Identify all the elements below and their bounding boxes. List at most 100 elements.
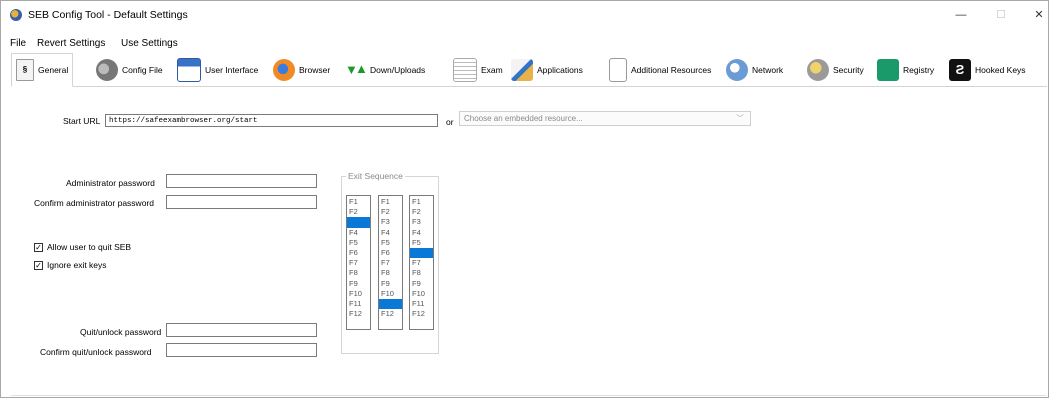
exit-key-option[interactable]: F11 xyxy=(379,298,402,310)
embedded-resource-select[interactable]: Choose an embedded resource... ﹀ xyxy=(459,111,751,126)
exit-key-option[interactable]: F6 xyxy=(379,248,402,258)
exit-key-option[interactable]: F7 xyxy=(379,258,402,268)
checkbox-allow-quit[interactable]: ✓ xyxy=(34,242,43,252)
ignore-exit-keys-checkbox[interactable]: ✓ Ignore exit keys xyxy=(34,260,107,270)
confirm-quit-password-label: Confirm quit/unlock password xyxy=(40,347,152,357)
tab-browser-label: Browser xyxy=(299,65,331,75)
exit-key-option[interactable]: F6 xyxy=(410,247,433,259)
tab-general[interactable]: § General xyxy=(11,53,74,87)
exit-sequence-list-2[interactable]: F1 F2 F3 F4 F5 F6 F7 F8 F9 F10 F11 F12 xyxy=(378,195,403,330)
exam-icon xyxy=(453,58,477,82)
tab-exam-label: Exam xyxy=(481,65,503,75)
tab-browser[interactable]: Browser xyxy=(273,55,330,85)
exit-key-option[interactable]: F10 xyxy=(347,289,370,299)
menu-use-settings[interactable]: Use Settings xyxy=(121,38,178,49)
exit-key-option[interactable]: F9 xyxy=(347,279,370,289)
window-title: SEB Config Tool - Default Settings xyxy=(28,9,188,21)
ignore-exit-keys-label: Ignore exit keys xyxy=(47,260,107,270)
exit-key-option[interactable]: F5 xyxy=(347,238,370,248)
exit-key-option[interactable]: F11 xyxy=(347,299,370,309)
exit-key-option[interactable]: F10 xyxy=(379,289,402,299)
tab-registry-label: Registry xyxy=(903,65,935,75)
exit-key-option[interactable]: F8 xyxy=(347,268,370,278)
allow-quit-label: Allow user to quit SEB xyxy=(47,242,132,252)
exit-key-option[interactable]: F7 xyxy=(347,258,370,268)
tab-applications-label: Applications xyxy=(537,65,583,75)
exit-key-option[interactable]: F3 xyxy=(347,217,370,228)
tab-config-file[interactable]: Config File xyxy=(96,55,163,85)
app-window: SEB Config Tool - Default Settings — ☐ ✕… xyxy=(0,0,1049,398)
exit-key-option[interactable]: F3 xyxy=(379,217,402,227)
exit-key-option[interactable]: F9 xyxy=(410,279,433,289)
network-icon xyxy=(726,59,748,81)
minimize-button[interactable]: — xyxy=(951,7,971,23)
general-icon: § xyxy=(16,59,34,81)
start-url-input[interactable]: https://safeexambrowser.org/start xyxy=(105,114,438,127)
additional-resources-icon xyxy=(609,58,627,82)
confirm-admin-password-label: Confirm administrator password xyxy=(34,198,154,208)
tab-hooked-keys[interactable]: Ƨ Hooked Keys xyxy=(949,55,1026,85)
exit-sequence-list-1[interactable]: F1 F2 F3 F4 F5 F6 F7 F8 F9 F10 F11 F12 xyxy=(346,195,371,330)
exit-key-option[interactable]: F5 xyxy=(410,238,433,248)
exit-key-option[interactable]: F5 xyxy=(379,238,402,248)
exit-key-option[interactable]: F8 xyxy=(379,268,402,278)
exit-key-option[interactable]: F12 xyxy=(379,309,402,319)
exit-key-option[interactable]: F1 xyxy=(410,197,433,207)
tab-network[interactable]: Network xyxy=(726,55,783,85)
exit-key-option[interactable]: F1 xyxy=(379,197,402,207)
tab-general-label: General xyxy=(38,65,69,75)
tab-additional-resources-label: Additional Resources xyxy=(631,65,712,75)
menu-revert-settings[interactable]: Revert Settings xyxy=(37,38,105,49)
tab-bar: § General Config File User Interface Bro… xyxy=(11,53,1047,87)
allow-quit-checkbox[interactable]: ✓ Allow user to quit SEB xyxy=(34,242,131,252)
tab-exam[interactable]: Exam xyxy=(453,55,503,85)
confirm-quit-password-input[interactable] xyxy=(166,343,317,357)
browser-icon xyxy=(273,59,295,81)
quit-password-label: Quit/unlock password xyxy=(80,327,162,337)
exit-key-option[interactable]: F10 xyxy=(410,289,433,299)
exit-key-option[interactable]: F11 xyxy=(410,299,433,309)
tab-down-uploads-label: Down/Uploads xyxy=(370,65,426,75)
config-file-icon xyxy=(96,59,118,81)
tab-registry[interactable]: Registry xyxy=(877,55,934,85)
tab-security-label: Security xyxy=(833,65,864,75)
exit-key-option[interactable]: F12 xyxy=(410,309,433,319)
tab-down-uploads[interactable]: Down/Uploads xyxy=(344,55,425,85)
tab-user-interface[interactable]: User Interface xyxy=(177,55,258,85)
admin-password-input[interactable] xyxy=(166,174,317,188)
close-button[interactable]: ✕ xyxy=(1029,7,1049,23)
tab-network-label: Network xyxy=(752,65,784,75)
divider xyxy=(11,395,1046,396)
seb-app-icon xyxy=(10,9,22,21)
exit-key-option[interactable]: F6 xyxy=(347,248,370,258)
menu-file[interactable]: File xyxy=(10,38,26,49)
registry-icon xyxy=(877,59,899,81)
exit-key-option[interactable]: F2 xyxy=(347,207,370,217)
exit-key-option[interactable]: F12 xyxy=(347,309,370,319)
tab-additional-resources[interactable]: Additional Resources xyxy=(609,55,711,85)
quit-password-input[interactable] xyxy=(166,323,317,337)
exit-key-option[interactable]: F2 xyxy=(410,207,433,217)
confirm-admin-password-input[interactable] xyxy=(166,195,317,209)
exit-key-option[interactable]: F2 xyxy=(379,207,402,217)
exit-key-option[interactable]: F3 xyxy=(410,217,433,227)
chevron-down-icon: ﹀ xyxy=(736,114,744,123)
exit-key-option[interactable]: F8 xyxy=(410,268,433,278)
or-label: or xyxy=(446,117,454,127)
tab-hooked-keys-label: Hooked Keys xyxy=(975,65,1026,75)
exit-key-option[interactable]: F1 xyxy=(347,197,370,207)
exit-sequence-list-3[interactable]: F1 F2 F3 F4 F5 F6 F7 F8 F9 F10 F11 F12 xyxy=(409,195,434,330)
admin-password-label: Administrator password xyxy=(66,178,155,188)
start-url-label: Start URL xyxy=(63,116,101,126)
exit-key-option[interactable]: F9 xyxy=(379,279,402,289)
checkbox-ignore-exit-keys[interactable]: ✓ xyxy=(34,260,43,270)
tab-user-interface-label: User Interface xyxy=(205,65,259,75)
exit-key-option[interactable]: F4 xyxy=(410,228,433,238)
exit-key-option[interactable]: F7 xyxy=(410,258,433,268)
maximize-button[interactable]: ☐ xyxy=(991,7,1011,23)
exit-key-option[interactable]: F4 xyxy=(379,228,402,238)
hooked-keys-icon: Ƨ xyxy=(949,59,971,81)
tab-applications[interactable]: Applications xyxy=(511,55,583,85)
tab-security[interactable]: Security xyxy=(807,55,864,85)
exit-key-option[interactable]: F4 xyxy=(347,228,370,238)
